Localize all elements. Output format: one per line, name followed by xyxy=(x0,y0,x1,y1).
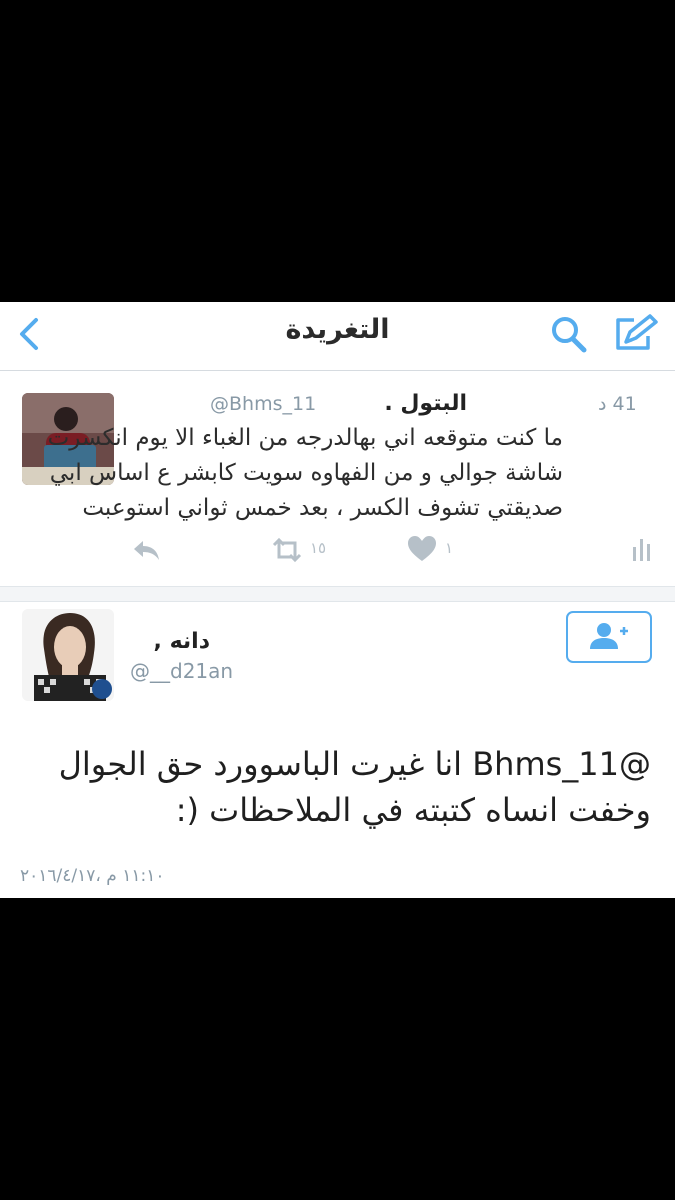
tweet-author-name[interactable]: البتول . xyxy=(384,391,467,416)
like-button[interactable]: ١ xyxy=(405,531,465,569)
timeline-tweet[interactable]: 41 د @Bhms_11 البتول . ما كنت متوقعه اني… xyxy=(0,371,675,586)
reply-button[interactable] xyxy=(130,531,164,569)
heart-icon xyxy=(408,536,436,561)
avatar-image xyxy=(22,609,114,701)
compose-icon xyxy=(616,314,658,350)
tweet-handle[interactable]: @__d21an xyxy=(130,659,233,683)
tweet-text: @Bhms_11 انا غيرت الباسوورد حق الجوال وخ… xyxy=(58,745,651,829)
analytics-icon xyxy=(633,539,650,561)
add-user-icon xyxy=(590,623,628,649)
like-count: ١ xyxy=(445,539,454,557)
tweet-handle[interactable]: @Bhms_11 xyxy=(210,393,316,415)
search-button[interactable] xyxy=(548,312,590,356)
avatar[interactable] xyxy=(22,609,114,701)
divider xyxy=(0,586,675,602)
tweet-screen: التغريدة 41 د @Bhms_11 البتول . ما كنت م… xyxy=(0,302,675,898)
tweet-text: ما كنت متوقعه اني بهالدرجه من الغباء الا… xyxy=(47,425,563,521)
tweet-timestamp: ١١:١٠ م ،٢٠١٦/٤/١٧ xyxy=(20,866,165,886)
tweet-time: 41 د xyxy=(598,393,637,415)
retweet-count: ١٥ xyxy=(310,539,327,557)
tweet-actions: ١٥ ١ xyxy=(0,531,675,571)
compose-button[interactable] xyxy=(612,312,660,356)
search-icon xyxy=(552,317,587,353)
retweet-icon xyxy=(272,537,302,563)
detail-tweet: دانه , @__d21an @Bhms_11 انا غيرت الباسو… xyxy=(0,601,675,898)
analytics-button[interactable] xyxy=(630,531,656,569)
reply-icon xyxy=(134,541,159,560)
tweet-author-name[interactable]: دانه , xyxy=(154,629,210,654)
nav-bar: التغريدة xyxy=(0,302,675,371)
follow-button[interactable] xyxy=(566,611,652,663)
retweet-button[interactable]: ١٥ xyxy=(270,531,340,569)
